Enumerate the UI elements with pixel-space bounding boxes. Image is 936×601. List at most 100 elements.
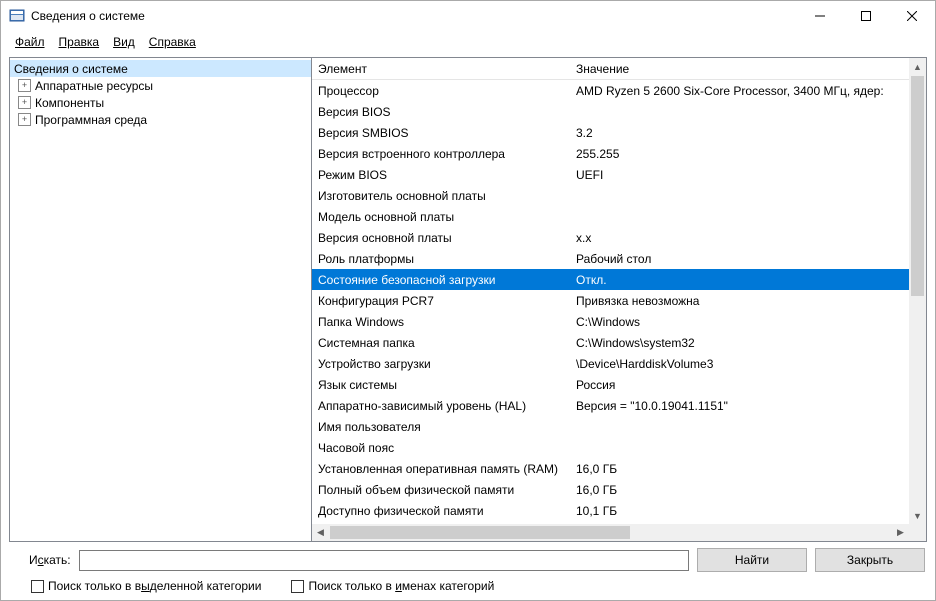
window-title: Сведения о системе xyxy=(31,9,797,23)
cell-element: Изготовитель основной платы xyxy=(312,189,570,203)
scroll-down-icon[interactable]: ▼ xyxy=(909,507,926,524)
tree-root[interactable]: Сведения о системе xyxy=(10,60,311,77)
cell-element: Роль платформы xyxy=(312,252,570,266)
cell-value: Россия xyxy=(570,378,909,392)
find-button[interactable]: Найти xyxy=(697,548,807,572)
cell-element: Версия основной платы xyxy=(312,231,570,245)
expand-icon[interactable]: + xyxy=(18,96,31,109)
cell-element: Язык системы xyxy=(312,378,570,392)
cell-value: C:\Windows xyxy=(570,315,909,329)
table-row[interactable]: Доступно физической памяти10,1 ГБ xyxy=(312,500,909,521)
table-row[interactable]: Состояние безопасной загрузкиОткл. xyxy=(312,269,909,290)
minimize-button[interactable] xyxy=(797,1,843,31)
cell-element: Папка Windows xyxy=(312,315,570,329)
cell-element: Версия SMBIOS xyxy=(312,126,570,140)
cell-value: \Device\HarddiskVolume3 xyxy=(570,357,909,371)
search-bar: Искать: Найти Закрыть xyxy=(1,544,935,576)
table-row[interactable]: Версия BIOS xyxy=(312,101,909,122)
cell-element: Процессор xyxy=(312,84,570,98)
scroll-up-icon[interactable]: ▲ xyxy=(909,58,926,75)
table-row[interactable]: Изготовитель основной платы xyxy=(312,185,909,206)
cell-element: Версия встроенного контроллера xyxy=(312,147,570,161)
menubar: Файл Правка Вид Справка xyxy=(1,31,935,53)
cell-element: Системная папка xyxy=(312,336,570,350)
table-row[interactable]: Роль платформыРабочий стол xyxy=(312,248,909,269)
titlebar: Сведения о системе xyxy=(1,1,935,31)
cell-value: UEFI xyxy=(570,168,909,182)
cell-value: 10,1 ГБ xyxy=(570,504,909,518)
cell-element: Устройство загрузки xyxy=(312,357,570,371)
cell-value: AMD Ryzen 5 2600 Six-Core Processor, 340… xyxy=(570,84,909,98)
cell-element: Версия BIOS xyxy=(312,105,570,119)
horizontal-scrollbar[interactable]: ◀ ▶ xyxy=(312,524,909,541)
close-button[interactable] xyxy=(889,1,935,31)
app-icon xyxy=(9,8,25,24)
expand-icon[interactable]: + xyxy=(18,113,31,126)
scroll-left-icon[interactable]: ◀ xyxy=(312,524,329,541)
table-row[interactable]: Полный объем физической памяти16,0 ГБ xyxy=(312,479,909,500)
tree-item-hardware[interactable]: + Аппаратные ресурсы xyxy=(10,77,311,94)
vertical-scrollbar[interactable]: ▲ ▼ xyxy=(909,58,926,524)
scroll-thumb[interactable] xyxy=(330,526,630,539)
list-body: ПроцессорAMD Ryzen 5 2600 Six-Core Proce… xyxy=(312,80,909,521)
cell-element: Состояние безопасной загрузки xyxy=(312,273,570,287)
cell-element: Модель основной платы xyxy=(312,210,570,224)
table-row[interactable]: Версия SMBIOS3.2 xyxy=(312,122,909,143)
cell-element: Режим BIOS xyxy=(312,168,570,182)
cell-element: Часовой пояс xyxy=(312,441,570,455)
scroll-right-icon[interactable]: ▶ xyxy=(892,524,909,541)
cell-value: Откл. xyxy=(570,273,909,287)
table-row[interactable]: Конфигурация PCR7Привязка невозможна xyxy=(312,290,909,311)
cell-element: Имя пользователя xyxy=(312,420,570,434)
table-row[interactable]: Установленная оперативная память (RAM)16… xyxy=(312,458,909,479)
tree-item-software[interactable]: + Программная среда xyxy=(10,111,311,128)
list-header: Элемент Значение xyxy=(312,58,909,80)
cell-value: 16,0 ГБ xyxy=(570,483,909,497)
cell-value: 255.255 xyxy=(570,147,909,161)
cell-value: 3.2 xyxy=(570,126,909,140)
list-pane: Элемент Значение ПроцессорAMD Ryzen 5 26… xyxy=(312,58,926,541)
table-row[interactable]: Версия основной платыx.x xyxy=(312,227,909,248)
tree-item-components[interactable]: + Компоненты xyxy=(10,94,311,111)
table-row[interactable]: Версия встроенного контроллера255.255 xyxy=(312,143,909,164)
cell-element: Полный объем физической памяти xyxy=(312,483,570,497)
table-row[interactable]: Имя пользователя xyxy=(312,416,909,437)
table-row[interactable]: Папка WindowsC:\Windows xyxy=(312,311,909,332)
checkbox-icon xyxy=(31,580,44,593)
table-row[interactable]: ПроцессорAMD Ryzen 5 2600 Six-Core Proce… xyxy=(312,80,909,101)
close-search-button[interactable]: Закрыть xyxy=(815,548,925,572)
cell-value: Версия = "10.0.19041.1151" xyxy=(570,399,909,413)
checkbox-category-names[interactable]: Поиск только в именах категорий xyxy=(291,579,494,593)
menu-edit[interactable]: Правка xyxy=(53,33,106,51)
cell-element: Конфигурация PCR7 xyxy=(312,294,570,308)
search-input[interactable] xyxy=(79,550,689,571)
search-options: Поиск только в выделенной категории Поис… xyxy=(1,576,935,600)
table-row[interactable]: Режим BIOSUEFI xyxy=(312,164,909,185)
content-area: Сведения о системе + Аппаратные ресурсы … xyxy=(9,57,927,542)
scroll-thumb[interactable] xyxy=(911,76,924,296)
cell-value: C:\Windows\system32 xyxy=(570,336,909,350)
column-element[interactable]: Элемент xyxy=(312,59,570,79)
cell-value: x.x xyxy=(570,231,909,245)
tree-pane: Сведения о системе + Аппаратные ресурсы … xyxy=(10,58,312,541)
expand-icon[interactable]: + xyxy=(18,79,31,92)
menu-help[interactable]: Справка xyxy=(143,33,202,51)
checkbox-selected-category[interactable]: Поиск только в выделенной категории xyxy=(31,579,261,593)
table-row[interactable]: Аппаратно-зависимый уровень (HAL)Версия … xyxy=(312,395,909,416)
cell-value: Привязка невозможна xyxy=(570,294,909,308)
table-row[interactable]: Модель основной платы xyxy=(312,206,909,227)
cell-value: Рабочий стол xyxy=(570,252,909,266)
window-controls xyxy=(797,1,935,31)
table-row[interactable]: Системная папкаC:\Windows\system32 xyxy=(312,332,909,353)
column-value[interactable]: Значение xyxy=(570,59,909,79)
checkbox-icon xyxy=(291,580,304,593)
table-row[interactable]: Язык системыРоссия xyxy=(312,374,909,395)
menu-file[interactable]: Файл xyxy=(9,33,51,51)
table-row[interactable]: Часовой пояс xyxy=(312,437,909,458)
maximize-button[interactable] xyxy=(843,1,889,31)
cell-value: 16,0 ГБ xyxy=(570,462,909,476)
menu-view[interactable]: Вид xyxy=(107,33,141,51)
scroll-corner xyxy=(909,524,926,541)
table-row[interactable]: Устройство загрузки\Device\HarddiskVolum… xyxy=(312,353,909,374)
cell-element: Аппаратно-зависимый уровень (HAL) xyxy=(312,399,570,413)
